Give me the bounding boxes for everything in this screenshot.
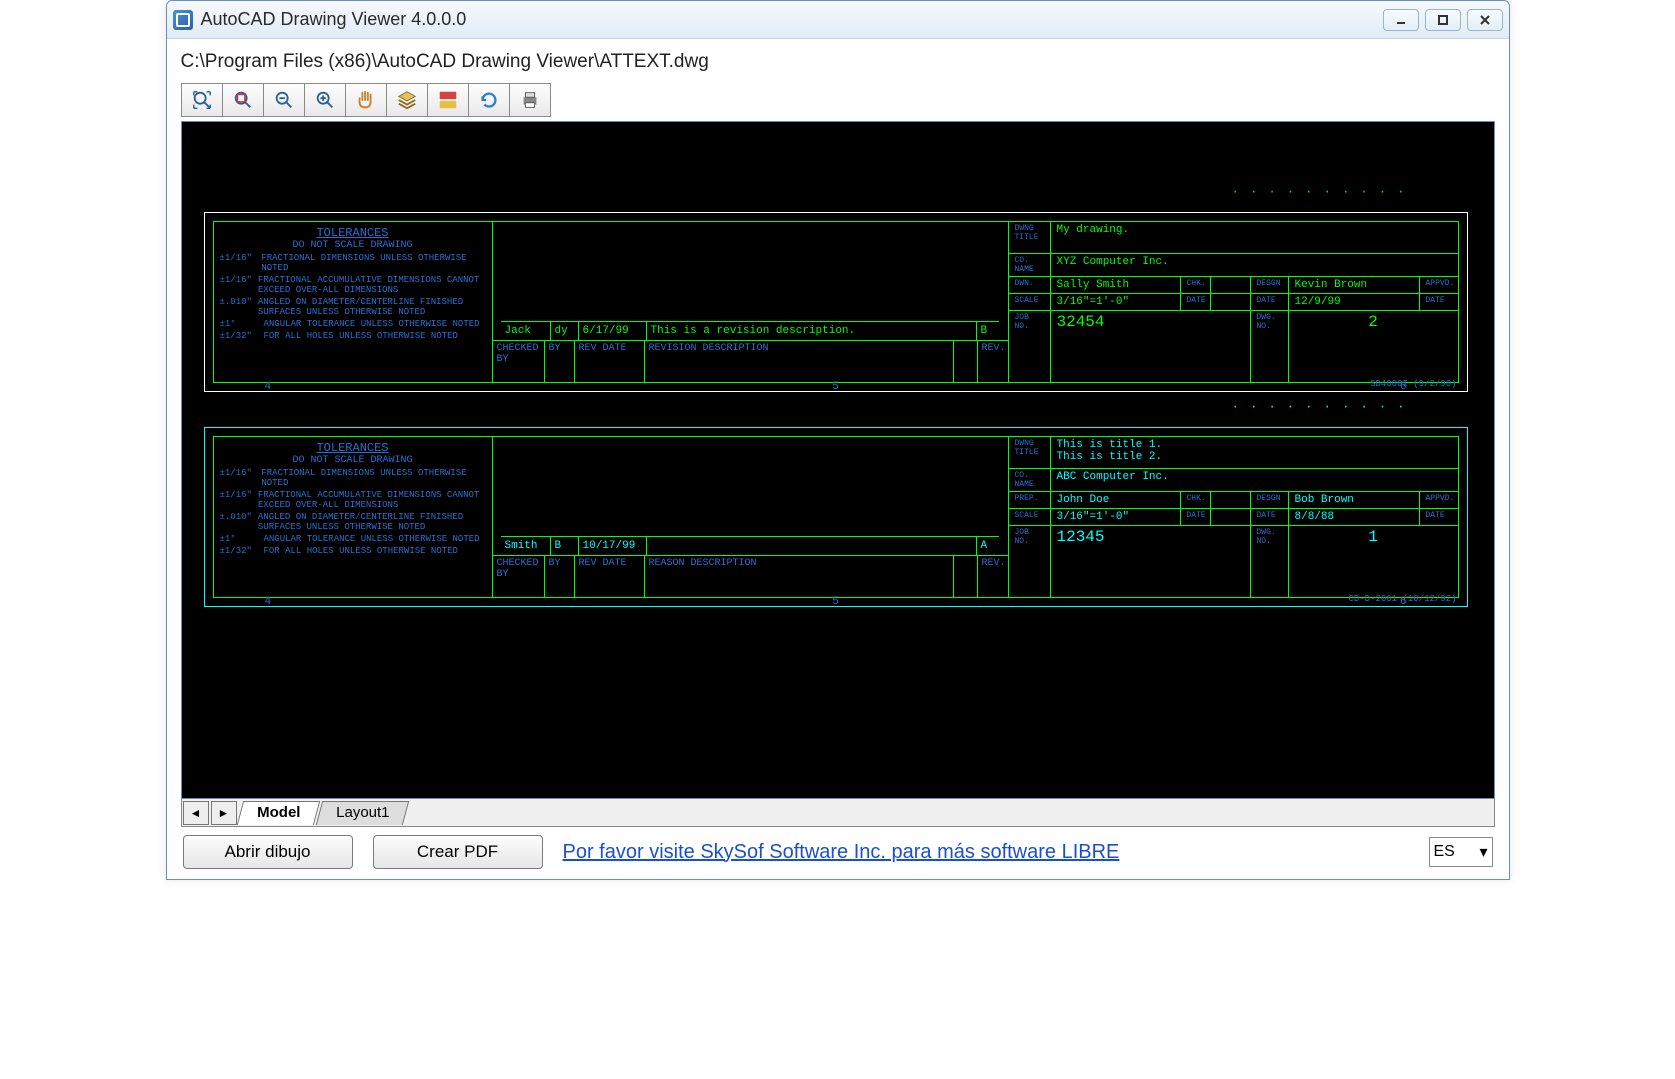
titleblock-2: · · · · · · · · · · TOLERANCES DO NOT SC… <box>204 427 1468 607</box>
window-title: AutoCAD Drawing Viewer 4.0.0.0 <box>201 9 1383 30</box>
zoom-out-button[interactable] <box>263 83 305 117</box>
zoom-extents-button[interactable] <box>181 83 223 117</box>
tolerances-panel: TOLERANCES DO NOT SCALE DRAWING ±1/16"FR… <box>213 436 493 598</box>
close-button[interactable] <box>1467 9 1503 31</box>
toolbar <box>181 83 1495 117</box>
language-select[interactable]: ES▾ <box>1429 837 1493 867</box>
minimize-button[interactable] <box>1383 9 1419 31</box>
decorative-text: · · · · · · · · · · <box>1232 185 1407 199</box>
pan-button[interactable] <box>345 83 387 117</box>
drawing-canvas[interactable]: · · · · · · · · · · TOLERANCES DO NOT SC… <box>181 121 1495 799</box>
create-pdf-button[interactable]: Crear PDF <box>373 835 543 869</box>
tab-layout1[interactable]: Layout1 <box>316 801 410 825</box>
zoom-in-button[interactable] <box>304 83 346 117</box>
maximize-button[interactable] <box>1425 9 1461 31</box>
titleblock-1: · · · · · · · · · · TOLERANCES DO NOT SC… <box>204 212 1468 392</box>
refresh-button[interactable] <box>468 83 510 117</box>
zoom-window-button[interactable] <box>222 83 264 117</box>
open-drawing-button[interactable]: Abrir dibujo <box>183 835 353 869</box>
layers-button[interactable] <box>386 83 428 117</box>
app-window: AutoCAD Drawing Viewer 4.0.0.0 C:\Progra… <box>166 0 1510 880</box>
tab-prev-button[interactable]: ◄ <box>183 801 209 825</box>
file-path: C:\Program Files (x86)\AutoCAD Drawing V… <box>181 51 1495 73</box>
skysof-link[interactable]: Por favor visite SkySof Software Inc. pa… <box>563 841 1409 864</box>
tolerances-panel: TOLERANCES DO NOT SCALE DRAWING ±1/16"FR… <box>213 221 493 383</box>
chevron-down-icon: ▾ <box>1479 842 1487 862</box>
app-icon <box>173 10 193 30</box>
decorative-text: · · · · · · · · · · <box>1232 400 1407 414</box>
tab-next-button[interactable]: ► <box>211 801 237 825</box>
tab-model[interactable]: Model <box>236 801 320 825</box>
titlebar[interactable]: AutoCAD Drawing Viewer 4.0.0.0 <box>167 1 1509 39</box>
print-button[interactable] <box>509 83 551 117</box>
tab-strip: ◄ ► Model Layout1 <box>181 799 1495 827</box>
background-button[interactable] <box>427 83 469 117</box>
